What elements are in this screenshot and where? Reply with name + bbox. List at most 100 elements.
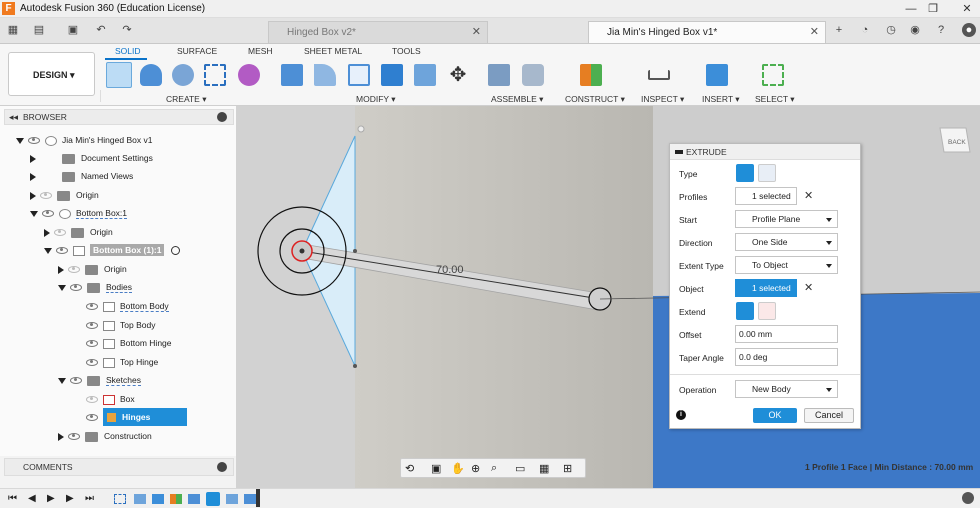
activate-radio-icon[interactable] — [170, 246, 180, 256]
timeline-settings-icon[interactable] — [962, 492, 974, 504]
clear-object-icon[interactable]: ✕ — [804, 281, 813, 294]
viewcube[interactable]: BACK — [939, 127, 971, 153]
new-component-icon[interactable] — [488, 64, 510, 86]
grid-menu-icon[interactable]: ▦ — [6, 23, 20, 37]
timeline-play-icon[interactable]: ▶ — [47, 493, 55, 504]
create-form-icon[interactable] — [238, 64, 260, 86]
split-body-icon[interactable] — [414, 64, 436, 86]
shell-icon[interactable] — [348, 64, 370, 86]
tree-item-bottom-box-active[interactable]: Bottom Box (1):1 — [44, 241, 180, 259]
revolve-tool-icon[interactable] — [140, 64, 162, 86]
tree-root[interactable]: Jia Min's Hinged Box v1 — [16, 131, 152, 149]
tab-tools[interactable]: TOOLS — [392, 46, 421, 56]
undo-icon[interactable]: ↶ — [94, 23, 108, 37]
tab-sheet-metal[interactable]: SHEET METAL — [304, 46, 362, 56]
tree-item-body[interactable]: Bottom Hinge — [86, 334, 172, 352]
collapse-browser-icon[interactable]: ◂◂ — [9, 110, 18, 124]
timeline-prev-icon[interactable]: ◀ — [28, 493, 36, 504]
design-canvas[interactable]: 70.00 BACK 1 Profile 1 Face | Min Distan… — [236, 106, 980, 488]
tab-jia-min-hinged-box-v1[interactable]: Jia Min's Hinged Box v1* ✕ — [588, 21, 826, 43]
extensions-icon[interactable]: ◔ — [858, 23, 872, 37]
timeline-current-feature-icon[interactable] — [206, 492, 220, 506]
tree-item-body[interactable]: Top Body — [86, 316, 155, 334]
timeline-feature-icon[interactable] — [152, 494, 164, 504]
timeline-end-icon[interactable]: ⏭ — [85, 493, 94, 504]
timeline-feature-icon[interactable] — [244, 494, 256, 504]
tab-surface[interactable]: SURFACE — [177, 46, 217, 56]
tree-item-document-settings[interactable]: Document Settings — [30, 149, 153, 167]
visibility-icon[interactable] — [68, 433, 80, 441]
inspect-menu[interactable]: INSPECT ▾ — [641, 94, 684, 105]
tab-mesh[interactable]: MESH — [248, 46, 273, 56]
extent-type-dropdown[interactable]: To Object — [735, 256, 838, 274]
save-icon[interactable]: ▣ — [66, 23, 80, 37]
move-copy-icon[interactable]: ✥ — [447, 64, 469, 86]
tree-item-construction[interactable]: Construction — [58, 427, 152, 445]
timeline-start-icon[interactable]: ⏮ — [8, 493, 17, 504]
browser-options-icon[interactable] — [217, 112, 227, 122]
workspace-switcher[interactable]: DESIGN ▾ — [8, 52, 95, 96]
notifications-icon[interactable]: ◉ — [908, 23, 922, 37]
type-thin-icon[interactable] — [758, 164, 776, 182]
timeline-sketch-icon[interactable] — [114, 494, 126, 504]
close-tab-icon[interactable]: ✕ — [810, 22, 819, 43]
insert-menu[interactable]: INSERT ▾ — [702, 94, 740, 105]
display-settings-icon[interactable]: ▭ — [515, 462, 525, 475]
tab-solid[interactable]: SOLID — [115, 46, 141, 56]
joint-icon[interactable] — [522, 64, 544, 86]
tree-item-bottom-box[interactable]: Bottom Box:1 — [30, 204, 128, 222]
select-menu[interactable]: SELECT ▾ — [755, 94, 795, 105]
profile-avatar[interactable]: ● — [962, 23, 976, 37]
visibility-icon[interactable] — [86, 303, 98, 311]
grid-settings-icon[interactable]: ▦ — [539, 462, 549, 475]
tree-item-body[interactable]: Bottom Body — [86, 297, 169, 315]
measure-icon[interactable] — [648, 70, 670, 80]
extrude-tool-icon[interactable] — [106, 62, 132, 88]
info-icon[interactable]: i — [676, 410, 686, 420]
ok-button[interactable]: OK — [753, 408, 797, 423]
collapse-dialog-icon[interactable] — [675, 150, 683, 154]
tree-item-named-views[interactable]: Named Views — [30, 167, 133, 185]
taper-angle-input[interactable]: 0.0 deg — [735, 348, 838, 366]
clear-profiles-icon[interactable]: ✕ — [804, 189, 813, 202]
modify-menu[interactable]: MODIFY ▾ — [356, 94, 396, 105]
cancel-button[interactable]: Cancel — [804, 408, 854, 423]
look-at-icon[interactable]: ▣ — [431, 462, 441, 475]
pan-icon[interactable]: ✋ — [451, 462, 465, 475]
tree-item-body[interactable]: Top Hinge — [86, 353, 158, 371]
extend-adjacent-icon[interactable] — [736, 302, 754, 320]
type-solid-icon[interactable] — [736, 164, 754, 182]
assemble-menu[interactable]: ASSEMBLE ▾ — [491, 94, 543, 105]
pattern-tool-icon[interactable] — [204, 64, 226, 86]
timeline-next-icon[interactable]: ▶ — [66, 493, 74, 504]
offset-plane-icon[interactable] — [580, 64, 602, 86]
visibility-icon[interactable] — [56, 247, 68, 255]
hole-tool-icon[interactable] — [172, 64, 194, 86]
comments-panel[interactable]: COMMENTS — [4, 458, 234, 476]
timeline-feature-icon[interactable] — [134, 494, 146, 504]
maximize-button[interactable]: ❐ — [922, 1, 944, 17]
visibility-icon[interactable] — [70, 284, 82, 292]
close-window-button[interactable]: ✕ — [956, 1, 978, 17]
viewport-graphics[interactable]: 70.00 BACK — [236, 106, 980, 488]
tree-item-origin[interactable]: Origin — [30, 186, 99, 204]
visibility-icon[interactable] — [40, 192, 52, 200]
fit-icon[interactable]: ⌕ — [491, 462, 497, 475]
insert-image-icon[interactable] — [706, 64, 728, 86]
visibility-icon[interactable] — [54, 229, 66, 237]
tab-hinged-box-v2[interactable]: Hinged Box v2* ✕ — [268, 21, 488, 43]
zoom-icon[interactable]: ⊕ — [471, 462, 480, 475]
visibility-icon[interactable] — [86, 322, 98, 330]
visibility-icon[interactable] — [86, 414, 98, 422]
visibility-icon[interactable] — [28, 137, 40, 145]
offset-input[interactable]: 0.00 mm — [735, 325, 838, 343]
close-tab-icon[interactable]: ✕ — [472, 22, 481, 43]
visibility-icon[interactable] — [70, 377, 82, 385]
construct-menu[interactable]: CONSTRUCT ▾ — [565, 94, 625, 105]
redo-icon[interactable]: ↷ — [120, 23, 134, 37]
tree-item-origin[interactable]: Origin — [44, 223, 113, 241]
tree-item-bodies[interactable]: Bodies — [58, 278, 132, 296]
visibility-icon[interactable] — [68, 266, 80, 274]
visibility-icon[interactable] — [86, 359, 98, 367]
file-icon[interactable]: ▤ — [32, 23, 46, 37]
